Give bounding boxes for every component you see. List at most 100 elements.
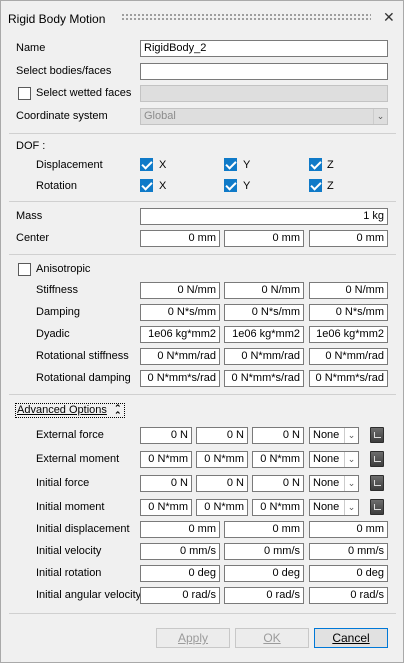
initial-angular-velocity-y-field[interactable]: 0 rad/s xyxy=(224,587,304,604)
dof-label: DOF : xyxy=(16,140,46,152)
anisotropic-checkbox[interactable] xyxy=(18,263,31,276)
ok-button-label: OK xyxy=(263,631,281,645)
dyadic-x-field[interactable]: 1e06 kg*mm2 xyxy=(140,326,220,343)
coordinate-system-value: Global xyxy=(144,110,176,122)
center-label: Center xyxy=(16,232,50,244)
coordinate-system-dropdown: Global ⌄ xyxy=(140,108,388,125)
initial-moment-x-field[interactable]: 0 N*mm xyxy=(140,499,192,516)
title-bar[interactable]: Rigid Body Motion ✕ xyxy=(1,1,403,35)
cancel-button[interactable]: Cancel xyxy=(314,628,388,648)
dof-rot-y-label: Y xyxy=(243,180,251,192)
stiffness-x-field[interactable]: 0 N/mm xyxy=(140,282,220,299)
function-editor-icon[interactable] xyxy=(370,427,384,443)
rigid-body-motion-dialog: Rigid Body Motion ✕ Name RigidBody_2 Sel… xyxy=(0,0,404,663)
name-field[interactable]: RigidBody_2 xyxy=(140,40,388,57)
dof-rot-x-label: X xyxy=(159,180,167,192)
close-icon[interactable]: ✕ xyxy=(383,9,395,26)
initial-angular-velocity-x-field[interactable]: 0 rad/s xyxy=(140,587,220,604)
rot-damping-z-field[interactable]: 0 N*mm*s/rad xyxy=(309,370,388,387)
external-force-z-field[interactable]: 0 N xyxy=(252,427,304,444)
initial-force-mode-dropdown[interactable]: None ⌄ xyxy=(309,475,359,492)
initial-moment-label: Initial moment xyxy=(36,501,105,513)
external-force-x-field[interactable]: 0 N xyxy=(140,427,192,444)
displacement-label: Displacement xyxy=(36,159,103,171)
function-editor-icon[interactable] xyxy=(370,475,384,491)
dyadic-z-field[interactable]: 1e06 kg*mm2 xyxy=(309,326,388,343)
external-force-y-field[interactable]: 0 N xyxy=(196,427,248,444)
initial-force-z-field[interactable]: 0 N xyxy=(252,475,304,492)
initial-moment-mode-dropdown[interactable]: None ⌄ xyxy=(309,499,359,516)
apply-button-label: Apply xyxy=(177,631,209,645)
external-force-mode-dropdown[interactable]: None ⌄ xyxy=(309,427,359,444)
dof-rot-y-checkbox[interactable] xyxy=(224,179,237,192)
center-x-field[interactable]: 0 mm xyxy=(140,230,220,247)
rot-stiffness-z-field[interactable]: 0 N*mm/rad xyxy=(309,348,388,365)
initial-displacement-z-field[interactable]: 0 mm xyxy=(309,521,388,538)
dof-disp-z-checkbox[interactable] xyxy=(309,158,322,171)
rotation-label: Rotation xyxy=(36,180,77,192)
initial-displacement-label: Initial displacement xyxy=(36,523,130,535)
initial-displacement-x-field[interactable]: 0 mm xyxy=(140,521,220,538)
rot-damping-y-field[interactable]: 0 N*mm*s/rad xyxy=(224,370,304,387)
apply-button[interactable]: Apply xyxy=(156,628,230,648)
chevron-down-icon: ⌄ xyxy=(344,476,358,491)
initial-moment-mode-value: None xyxy=(313,501,340,513)
initial-rotation-y-field[interactable]: 0 deg xyxy=(224,565,304,582)
stiffness-z-field[interactable]: 0 N/mm xyxy=(309,282,388,299)
mass-label: Mass xyxy=(16,210,43,222)
initial-velocity-label: Initial velocity xyxy=(36,545,102,557)
dof-rot-x-checkbox[interactable] xyxy=(140,179,153,192)
damping-y-field[interactable]: 0 N*s/mm xyxy=(224,304,304,321)
initial-velocity-x-field[interactable]: 0 mm/s xyxy=(140,543,220,560)
double-chevron-up-icon: ⌃ ⌃ xyxy=(114,403,122,420)
select-wetted-checkbox[interactable] xyxy=(18,87,31,100)
center-y-field[interactable]: 0 mm xyxy=(224,230,304,247)
rotational-stiffness-label: Rotational stiffness xyxy=(36,350,129,362)
initial-displacement-y-field[interactable]: 0 mm xyxy=(224,521,304,538)
initial-angular-velocity-z-field[interactable]: 0 rad/s xyxy=(309,587,388,604)
stiffness-label: Stiffness xyxy=(36,284,78,296)
damping-z-field[interactable]: 0 N*s/mm xyxy=(309,304,388,321)
function-editor-icon[interactable] xyxy=(370,451,384,467)
external-moment-z-field[interactable]: 0 N*mm xyxy=(252,451,304,468)
dof-disp-x-checkbox[interactable] xyxy=(140,158,153,171)
initial-rotation-z-field[interactable]: 0 deg xyxy=(309,565,388,582)
dyadic-y-field[interactable]: 1e06 kg*mm2 xyxy=(224,326,304,343)
initial-force-y-field[interactable]: 0 N xyxy=(196,475,248,492)
rot-stiffness-x-field[interactable]: 0 N*mm/rad xyxy=(140,348,220,365)
function-editor-icon[interactable] xyxy=(370,499,384,515)
rot-damping-x-field[interactable]: 0 N*mm*s/rad xyxy=(140,370,220,387)
chevron-down-icon: ⌄ xyxy=(344,428,358,443)
dof-rot-z-checkbox[interactable] xyxy=(309,179,322,192)
dof-disp-y-checkbox[interactable] xyxy=(224,158,237,171)
advanced-options-toggle[interactable]: Advanced Options ⌃ ⌃ xyxy=(15,403,125,420)
external-moment-mode-dropdown[interactable]: None ⌄ xyxy=(309,451,359,468)
drag-grip-icon[interactable] xyxy=(121,13,371,21)
divider xyxy=(9,613,396,614)
ok-button[interactable]: OK xyxy=(235,628,309,648)
initial-velocity-z-field[interactable]: 0 mm/s xyxy=(309,543,388,560)
chevron-down-icon: ⌄ xyxy=(373,109,387,124)
rot-stiffness-y-field[interactable]: 0 N*mm/rad xyxy=(224,348,304,365)
initial-velocity-y-field[interactable]: 0 mm/s xyxy=(224,543,304,560)
dof-disp-x-label: X xyxy=(159,159,167,171)
mass-field[interactable]: 1 kg xyxy=(140,208,388,225)
select-bodies-field[interactable] xyxy=(140,63,388,80)
divider xyxy=(9,201,396,202)
initial-moment-z-field[interactable]: 0 N*mm xyxy=(252,499,304,516)
initial-rotation-x-field[interactable]: 0 deg xyxy=(140,565,220,582)
chevron-down-icon: ⌄ xyxy=(344,500,358,515)
initial-moment-y-field[interactable]: 0 N*mm xyxy=(196,499,248,516)
dyadic-label: Dyadic xyxy=(36,328,70,340)
damping-label: Damping xyxy=(36,306,81,318)
damping-x-field[interactable]: 0 N*s/mm xyxy=(140,304,220,321)
center-z-field[interactable]: 0 mm xyxy=(309,230,388,247)
external-moment-x-field[interactable]: 0 N*mm xyxy=(140,451,192,468)
dialog-title: Rigid Body Motion xyxy=(8,12,106,26)
stiffness-y-field[interactable]: 0 N/mm xyxy=(224,282,304,299)
external-force-label: External force xyxy=(36,429,104,441)
initial-force-x-field[interactable]: 0 N xyxy=(140,475,192,492)
dof-disp-z-label: Z xyxy=(327,159,334,171)
external-moment-y-field[interactable]: 0 N*mm xyxy=(196,451,248,468)
external-force-mode-value: None xyxy=(313,429,340,441)
